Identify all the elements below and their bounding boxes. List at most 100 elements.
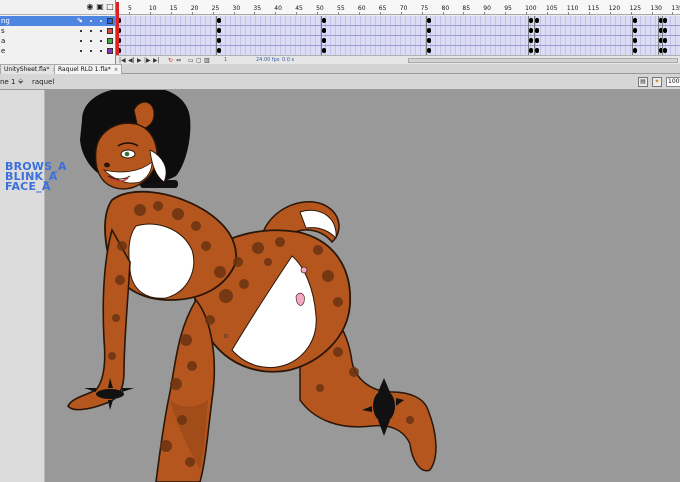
keyframe[interactable] bbox=[535, 28, 539, 33]
center-frame-icon[interactable]: ⇔ bbox=[176, 57, 181, 64]
keyframe[interactable] bbox=[663, 48, 667, 53]
visibility-dot[interactable] bbox=[90, 20, 92, 22]
ruler-tick bbox=[358, 12, 360, 15]
keyframe[interactable] bbox=[217, 18, 221, 23]
ruler-tick bbox=[379, 12, 381, 15]
layer-color-swatch[interactable] bbox=[107, 38, 113, 44]
keyframe[interactable] bbox=[529, 38, 533, 43]
layer-color-swatch[interactable] bbox=[107, 18, 113, 24]
layer-name: e bbox=[1, 47, 6, 55]
ruler-tick bbox=[463, 12, 465, 15]
layer-color-swatch[interactable] bbox=[107, 48, 113, 54]
frame-row[interactable] bbox=[116, 36, 680, 46]
ruler-number: 135 bbox=[671, 5, 680, 12]
keyframe[interactable] bbox=[535, 48, 539, 53]
keyframe[interactable] bbox=[322, 18, 326, 23]
edit-symbol-icon[interactable]: ✦ bbox=[652, 77, 662, 87]
keyframe[interactable] bbox=[427, 48, 431, 53]
keyframe[interactable] bbox=[633, 48, 637, 53]
keyframe[interactable] bbox=[217, 48, 221, 53]
edit-multiple-icon[interactable]: ▥ bbox=[204, 57, 210, 64]
keyframe[interactable] bbox=[322, 38, 326, 43]
ruler-number: 25 bbox=[211, 5, 220, 12]
visibility-dot[interactable] bbox=[90, 50, 92, 52]
ruler-number: 70 bbox=[399, 5, 408, 12]
next-frame-button[interactable]: |▶ bbox=[144, 57, 151, 64]
ruler-tick bbox=[149, 12, 151, 15]
visibility-dot[interactable] bbox=[100, 50, 102, 52]
outline-icon[interactable]: □ bbox=[106, 3, 114, 11]
ruler-number: 100 bbox=[525, 5, 537, 12]
keyframe[interactable] bbox=[217, 28, 221, 33]
keyframe[interactable] bbox=[663, 18, 667, 23]
layer-row[interactable]: ng✎ bbox=[0, 16, 116, 26]
ruler-number: 80 bbox=[441, 5, 450, 12]
playhead[interactable] bbox=[116, 2, 119, 58]
visibility-dot[interactable] bbox=[80, 50, 82, 52]
keyframe[interactable] bbox=[427, 28, 431, 33]
tab-raquel[interactable]: Raquel RLD 1.fla* × bbox=[54, 64, 123, 74]
scene-breadcrumb[interactable]: ne 1 bbox=[0, 78, 15, 86]
tab-unitysheet[interactable]: UnitySheet.fla*× bbox=[0, 64, 61, 74]
layer-color-swatch[interactable] bbox=[107, 28, 113, 34]
character-artwork[interactable] bbox=[0, 90, 680, 482]
keyframe[interactable] bbox=[427, 18, 431, 23]
fps-readout[interactable]: 24.00 fps bbox=[256, 57, 279, 64]
keyframe[interactable] bbox=[633, 28, 637, 33]
edit-scene-icon[interactable]: ▤ bbox=[638, 77, 648, 87]
keyframe[interactable] bbox=[322, 28, 326, 33]
visibility-dot[interactable] bbox=[90, 30, 92, 32]
layer-row[interactable]: a bbox=[0, 36, 116, 46]
flash-editor-window: ◉ ▣ □ ng✎sae 5 10 15 20 25 30 35 40 45 50 55 60 65 70… bbox=[0, 0, 680, 482]
tail-base-detail bbox=[300, 266, 308, 274]
visibility-dot[interactable] bbox=[100, 40, 102, 42]
ruler-number: 95 bbox=[504, 5, 512, 12]
loop-icon[interactable]: ↻ bbox=[168, 57, 173, 64]
keyframe-boundary bbox=[534, 16, 535, 26]
visibility-dot[interactable] bbox=[100, 20, 102, 22]
frame-row[interactable] bbox=[116, 16, 680, 26]
keyframe[interactable] bbox=[663, 28, 667, 33]
zoom-select[interactable]: 100% bbox=[666, 77, 680, 87]
close-icon[interactable]: × bbox=[114, 67, 118, 73]
onion-outline-icon[interactable]: ▢ bbox=[196, 57, 202, 64]
keyframe[interactable] bbox=[529, 28, 533, 33]
onion-skin-icon[interactable]: ▭ bbox=[188, 57, 194, 64]
keyframe[interactable] bbox=[529, 48, 533, 53]
last-frame-button[interactable]: ▶| bbox=[153, 57, 160, 64]
iris bbox=[124, 151, 130, 157]
play-button[interactable]: ▶ bbox=[137, 57, 142, 64]
prev-frame-button[interactable]: ◀| bbox=[128, 57, 135, 64]
keyframe[interactable] bbox=[427, 38, 431, 43]
keyframe-boundary bbox=[321, 36, 322, 46]
frame-ruler[interactable]: 5 10 15 20 25 30 35 40 45 50 55 60 65 70 75 80 85 90 95 100… bbox=[116, 0, 680, 15]
keyframe-boundary bbox=[321, 26, 322, 36]
symbol-icon: ⬙ bbox=[18, 77, 24, 85]
keyframe[interactable] bbox=[217, 38, 221, 43]
keyframe[interactable] bbox=[535, 18, 539, 23]
symbol-breadcrumb[interactable]: raquel bbox=[32, 78, 54, 86]
keyframe-boundary bbox=[658, 16, 659, 26]
first-frame-button[interactable]: |◀ bbox=[119, 57, 126, 64]
frame-row[interactable] bbox=[116, 26, 680, 36]
layer-row[interactable]: s bbox=[0, 26, 116, 36]
keyframe[interactable] bbox=[529, 18, 533, 23]
keyframe[interactable] bbox=[633, 18, 637, 23]
ruler-tick bbox=[505, 12, 507, 15]
lock-icon[interactable]: ▣ bbox=[96, 3, 104, 11]
visibility-dot[interactable] bbox=[90, 40, 92, 42]
visibility-dot[interactable] bbox=[80, 40, 82, 42]
layer-row[interactable]: e bbox=[0, 46, 116, 56]
visibility-dot[interactable] bbox=[80, 30, 82, 32]
visibility-dot[interactable] bbox=[100, 30, 102, 32]
timeline-toolbar: |◀ ◀| ▶ |▶ ▶| ↻ ⇔ ▭ ▢ ▥ 1 24.00 fps 0.0 … bbox=[116, 55, 680, 64]
keyframe[interactable] bbox=[633, 38, 637, 43]
keyframe-boundary bbox=[632, 36, 633, 46]
timeline-scrollbar[interactable] bbox=[408, 58, 678, 63]
keyframe[interactable] bbox=[322, 48, 326, 53]
ruler-number: 85 bbox=[462, 5, 471, 12]
visibility-dot[interactable] bbox=[80, 20, 82, 22]
eye-icon[interactable]: ◉ bbox=[86, 3, 94, 11]
keyframe[interactable] bbox=[535, 38, 539, 43]
keyframe[interactable] bbox=[663, 38, 667, 43]
